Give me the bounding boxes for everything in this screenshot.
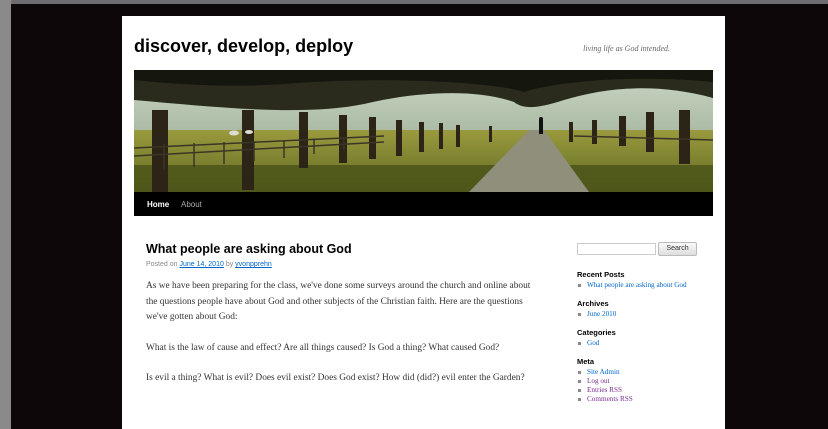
archives-title: Archives (577, 299, 609, 308)
nav-item-home[interactable]: Home (147, 200, 169, 209)
comments-rss-link[interactable]: Comments RSS (587, 395, 633, 403)
site-title[interactable]: discover, develop, deploy (134, 36, 353, 57)
window-left-band (0, 0, 11, 429)
archives-widget: Archives June 2010 (577, 299, 707, 319)
categories-title: Categories (577, 328, 616, 337)
site-admin-link[interactable]: Site Admin (587, 368, 620, 376)
post-paragraph: As we have been preparing for the class,… (146, 281, 531, 322)
list-item: God (577, 339, 707, 348)
log-out-link[interactable]: Log out (587, 377, 610, 385)
search-input[interactable] (577, 243, 656, 255)
categories-widget: Categories God (577, 328, 707, 348)
list-item: Entries RSS (577, 386, 707, 395)
post-content: As we have been preparing for the class,… (146, 279, 546, 387)
recent-post-link[interactable]: What people are asking about God (587, 281, 687, 289)
entries-rss-link[interactable]: Entries RSS (587, 386, 622, 394)
recent-posts-widget: Recent Posts What people are asking abou… (577, 270, 707, 290)
list-item: Log out (577, 377, 707, 386)
sidebar: Search Recent Posts What people are aski… (577, 242, 707, 413)
post-paragraph: What is the law of cause and effect? Are… (146, 342, 500, 353)
nav-item-about[interactable]: About (181, 200, 202, 209)
post-paragraph: Is evil a thing? What is evil? Does evil… (146, 373, 525, 383)
header-image (134, 70, 713, 192)
main-navigation: Home About (134, 192, 713, 216)
search-button[interactable]: Search (658, 242, 697, 256)
meta-title: Meta (577, 357, 595, 366)
search-form: Search (577, 242, 707, 256)
list-item: June 2010 (577, 310, 707, 319)
tree-avenue-image (134, 70, 713, 192)
list-item: Comments RSS (577, 395, 707, 404)
page-wrapper: discover, develop, deploy living life as… (122, 16, 725, 429)
post-author-link[interactable]: yvonpprehn (235, 261, 272, 268)
archive-link[interactable]: June 2010 (587, 310, 616, 318)
posted-on-label: Posted on (146, 261, 178, 268)
post-date-link[interactable]: June 14, 2010 (179, 261, 223, 268)
window-top-band (0, 0, 828, 4)
list-item: What people are asking about God (577, 281, 707, 290)
recent-posts-title: Recent Posts (577, 270, 625, 279)
post-meta: Posted on June 14, 2010 by yvonpprehn (146, 261, 546, 268)
by-label: by (225, 261, 234, 268)
category-link[interactable]: God (587, 339, 599, 347)
main-content: What people are asking about God Posted … (146, 242, 546, 402)
list-item: Site Admin (577, 368, 707, 377)
meta-widget: Meta Site Admin Log out Entries RSS Comm… (577, 357, 707, 404)
post-title[interactable]: What people are asking about God (146, 242, 546, 256)
site-description: living life as God intended. (583, 44, 670, 53)
